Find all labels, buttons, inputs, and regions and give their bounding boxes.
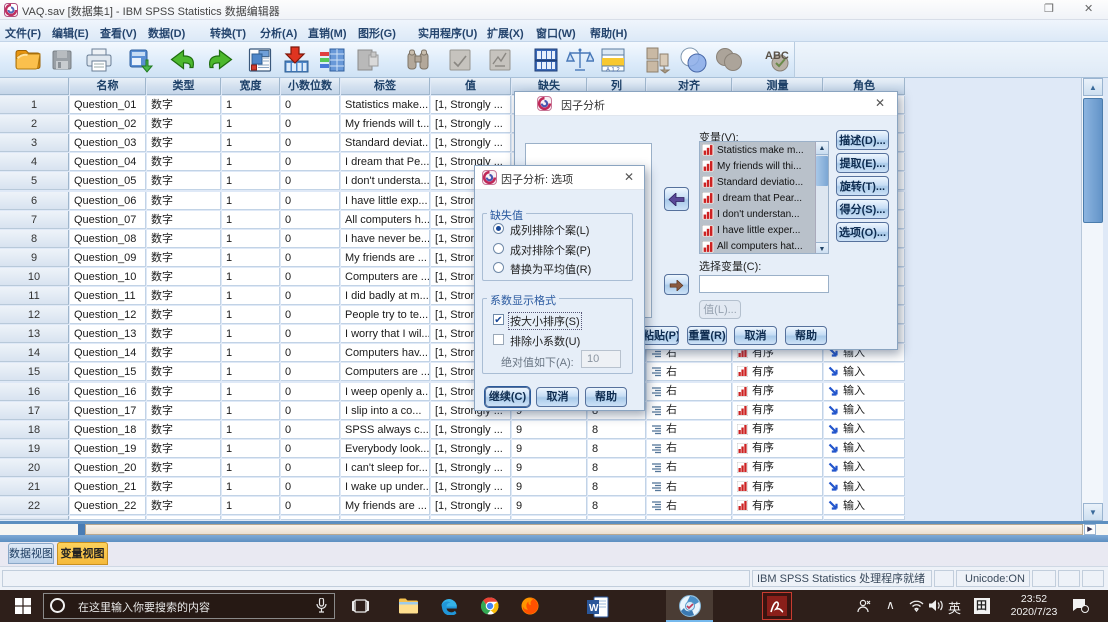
svg-text:W: W (589, 603, 599, 614)
